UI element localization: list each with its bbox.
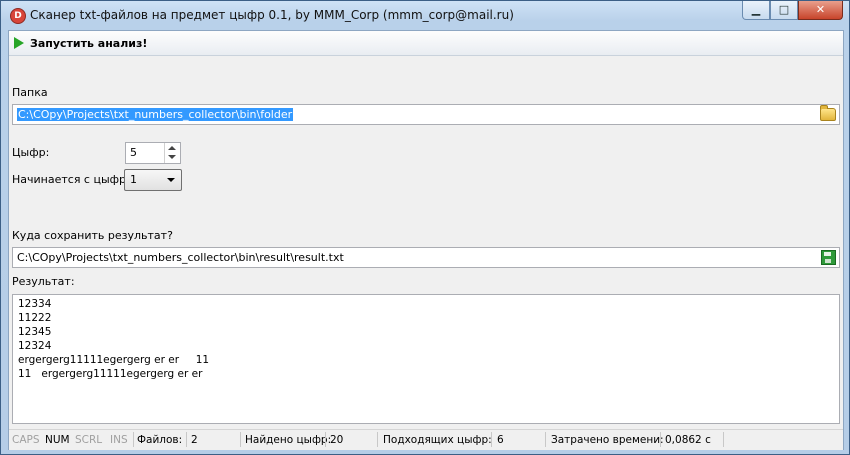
status-divider [325,432,326,447]
main-panel: Запустить анализ! Папка C:\COpy\Projects… [8,30,844,450]
files-value: 2 [191,434,198,446]
run-analysis-button[interactable]: Запустить анализ! [12,34,147,52]
found-label: Найдено цыфр: [245,434,332,446]
save-path-input[interactable]: C:\COpy\Projects\txt_numbers_collector\b… [12,247,840,268]
result-line: 11 ergergerg11111egergerg er er [18,368,203,380]
window-title: Сканер txt-файлов на предмет цыфр 0.1, b… [30,8,514,22]
result-line: 11222 [18,312,52,324]
status-divider [377,432,378,447]
app-icon: D [10,8,26,24]
status-divider [240,432,241,447]
starts-with-label: Начинается с цыфр: [12,173,130,186]
status-divider [133,432,134,447]
stepper-arrows[interactable] [164,143,180,163]
app-window: D Сканер txt-файлов на предмет цыфр 0.1,… [0,0,850,455]
status-divider [491,432,492,447]
digits-label: Цыфр: [12,146,50,159]
run-analysis-label: Запустить анализ! [30,36,148,50]
status-divider [545,432,546,447]
folder-path-input[interactable]: C:\COpy\Projects\txt_numbers_collector\b… [12,104,840,125]
status-divider [660,432,661,447]
chevron-down-icon [167,178,175,182]
status-divider [186,432,187,447]
folder-path-value: C:\COpy\Projects\txt_numbers_collector\b… [17,108,294,121]
scrl-indicator: SCRL [75,434,103,446]
num-indicator: NUM [45,434,70,446]
digits-value: 5 [130,146,137,159]
files-label: Файлов: [137,434,183,446]
title-bar: D Сканер txt-файлов на предмет цыфр 0.1,… [1,1,849,29]
stepper-down-icon[interactable] [168,155,176,159]
result-line: 12334 [18,298,52,310]
status-bar: CAPS NUM SCRL INS Файлов: 2 Найдено цыфр… [9,429,843,450]
result-line: ergergerg11111egergerg er er 11 [18,354,210,366]
starts-with-value: 1 [130,173,137,186]
minimize-button[interactable]: ▁ [742,1,770,20]
time-value: 0,0862 с [665,434,711,446]
digits-stepper[interactable]: 5 [125,142,181,164]
starts-with-select[interactable]: 1 [124,169,182,191]
toolbar: Запустить анализ! [9,31,843,56]
window-controls: ▁ □ ✕ [742,1,843,21]
close-button[interactable]: ✕ [798,1,843,20]
result-line: 12345 [18,326,52,338]
stepper-up-icon[interactable] [168,146,176,150]
ins-indicator: INS [110,434,128,446]
matching-value: 6 [497,434,504,446]
save-label: Куда сохранить результат? [12,229,173,242]
play-icon [14,37,24,49]
folder-icon[interactable] [820,105,836,121]
save-icon[interactable] [821,250,836,265]
folder-label: Папка [12,86,48,99]
result-textarea[interactable]: 12334 11222 12345 12324 ergergerg11111eg… [12,294,840,424]
matching-label: Подходящих цыфр: [383,434,492,446]
result-label: Результат: [12,275,75,288]
time-label: Затрачено времени: [551,434,664,446]
found-value: 20 [330,434,344,446]
result-line: 12324 [18,340,52,352]
save-path-value: C:\COpy\Projects\txt_numbers_collector\b… [17,251,344,264]
status-divider [723,432,724,447]
maximize-button[interactable]: □ [770,1,798,20]
caps-indicator: CAPS [12,434,40,446]
